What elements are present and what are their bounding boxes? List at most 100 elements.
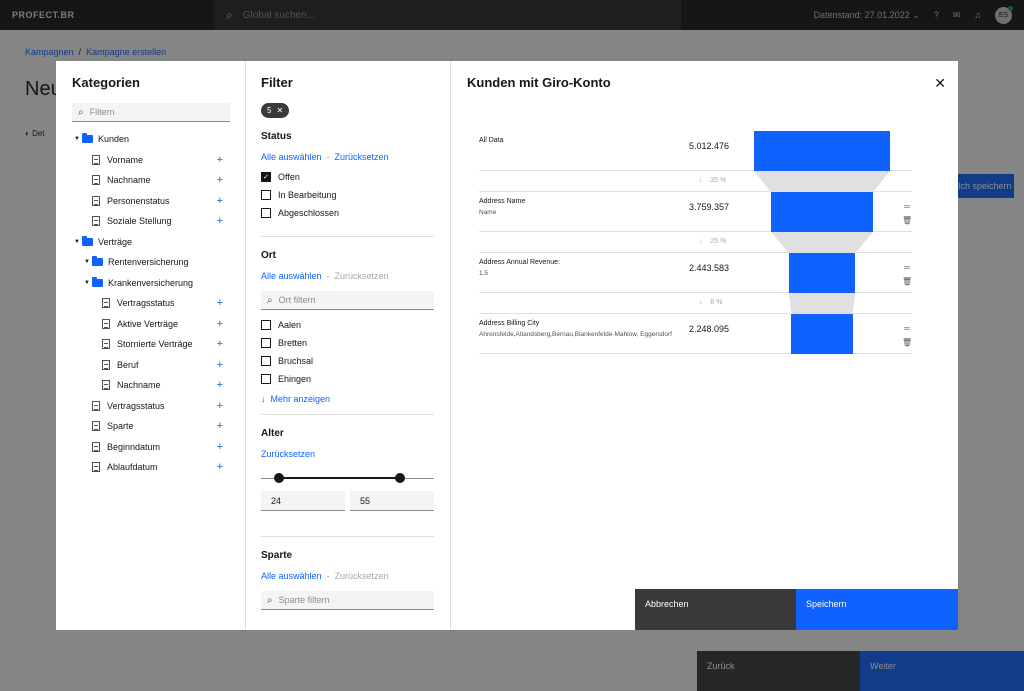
plus-icon[interactable]: +: [217, 420, 223, 432]
categories-search-input[interactable]: ⌕ Filtern: [72, 103, 230, 122]
folder-icon: [92, 276, 103, 287]
caret-down-icon[interactable]: ▼: [84, 280, 92, 286]
tree-item-vertragsstatus[interactable]: Vertragsstatus +: [72, 293, 229, 314]
sparte-section-title: Sparte: [261, 550, 293, 561]
checkbox-checked-icon[interactable]: ✓: [261, 172, 271, 182]
ort-select-all-link[interactable]: Alle auswählen: [261, 271, 322, 281]
sparte-select-all-link[interactable]: Alle auswählen: [261, 571, 322, 581]
plus-icon[interactable]: +: [217, 318, 223, 330]
drag-handle-icon[interactable]: ═: [902, 200, 912, 214]
checkbox-ehingen[interactable]: Ehingen: [261, 370, 434, 388]
checkbox-icon[interactable]: [261, 374, 271, 384]
stage-actions: ═ 🗑: [902, 261, 912, 289]
tree-item-vorname[interactable]: Vorname +: [72, 150, 229, 171]
plus-icon[interactable]: +: [217, 359, 223, 371]
alter-reset-link[interactable]: Zurücksetzen: [261, 449, 315, 459]
save-button[interactable]: Speichern: [796, 589, 958, 630]
cancel-button[interactable]: Abbrechen: [635, 589, 796, 630]
tree-item-nachname[interactable]: Nachname +: [72, 170, 229, 191]
slider-handle-min[interactable]: [274, 473, 284, 483]
checkbox-offen[interactable]: ✓ Offen: [261, 168, 434, 186]
stage-sublabel: 1.5: [479, 270, 489, 277]
tree-item-rentenversicherung[interactable]: ▼ Rentenversicherung: [72, 252, 229, 273]
ort-search-placeholder: Ort filtern: [278, 295, 316, 305]
checkbox-in-bearbeitung[interactable]: In Bearbeitung: [261, 186, 434, 204]
trash-icon[interactable]: 🗑: [902, 214, 912, 228]
plus-icon[interactable]: +: [217, 441, 223, 453]
tree-item-sparte[interactable]: Sparte +: [72, 416, 229, 437]
status-reset-link[interactable]: Zurücksetzen: [335, 152, 389, 162]
status-select-all-link[interactable]: Alle auswählen: [261, 152, 322, 162]
tree-item-vertraege[interactable]: ▼ Verträge: [72, 232, 229, 253]
checkbox-aalen[interactable]: Aalen: [261, 316, 434, 334]
tree-item-ablaufdatum[interactable]: Ablaufdatum +: [72, 457, 229, 478]
checkbox-icon[interactable]: [261, 190, 271, 200]
tree-item-vertragsstatus[interactable]: Vertragsstatus +: [72, 396, 229, 417]
ort-reset-link: Zurücksetzen: [334, 271, 389, 281]
tree-item-label: Stornierte Verträge: [117, 339, 193, 350]
arrow-down-icon: ↓: [261, 394, 266, 404]
age-min-input[interactable]: 24: [261, 491, 345, 511]
plus-icon[interactable]: +: [217, 297, 223, 309]
checkbox-abgeschlossen[interactable]: Abgeschlossen: [261, 204, 434, 222]
drag-handle-icon[interactable]: ═: [902, 261, 912, 275]
sparte-search-input[interactable]: ⌕ Sparte filtern: [261, 591, 434, 610]
trash-icon[interactable]: 🗑: [902, 336, 912, 350]
age-range-slider[interactable]: [261, 471, 434, 485]
checkbox-bruchsal[interactable]: Bruchsal: [261, 352, 434, 370]
show-more-link[interactable]: ↓ Mehr anzeigen: [261, 394, 434, 404]
caret-down-icon[interactable]: ▼: [74, 136, 82, 142]
stage-value: 2.443.583: [689, 263, 730, 273]
plus-icon[interactable]: +: [217, 195, 223, 207]
tree-item-soziale-stellung[interactable]: Soziale Stellung +: [72, 211, 229, 232]
tree-item-beruf[interactable]: Beruf +: [72, 355, 229, 376]
trash-icon[interactable]: 🗑: [902, 275, 912, 289]
tree-item-label: Nachname: [117, 380, 161, 391]
document-icon: [92, 175, 100, 186]
age-max-input[interactable]: 55: [350, 491, 434, 511]
plus-icon[interactable]: +: [217, 379, 223, 391]
arrow-down-icon: ↓: [699, 299, 703, 306]
close-icon[interactable]: ✕: [276, 106, 283, 115]
plus-icon[interactable]: +: [217, 215, 223, 227]
tree-item-aktive-vertraege[interactable]: Aktive Verträge +: [72, 314, 229, 335]
tree-item-beginndatum[interactable]: Beginndatum +: [72, 437, 229, 458]
tree-item-label: Ablaufdatum: [107, 462, 158, 473]
close-icon[interactable]: ✕: [934, 75, 946, 92]
divider: [261, 236, 434, 237]
stage-label: Address Billing City: [479, 320, 540, 327]
caret-down-icon[interactable]: ▼: [74, 239, 82, 245]
plus-icon[interactable]: +: [217, 338, 223, 350]
checkbox-icon[interactable]: [261, 356, 271, 366]
tree-item-krankenversicherung[interactable]: ▼ Krankenversicherung: [72, 273, 229, 294]
alter-section-title: Alter: [261, 428, 284, 439]
drag-handle-icon[interactable]: ═: [902, 322, 912, 336]
ort-options: Aalen Bretten Bruchsal Ehingen: [261, 316, 434, 388]
tree-item-label: Rentenversicherung: [108, 257, 189, 268]
modal-dialog: Kategorien ⌕ Filtern ▼ Kunden Vorname + Nach…: [56, 61, 958, 630]
plus-icon[interactable]: +: [217, 154, 223, 166]
tree-item-personenstatus[interactable]: Personenstatus +: [72, 191, 229, 212]
document-icon: [102, 298, 110, 309]
active-filter-chip[interactable]: 5 ✕: [261, 103, 290, 118]
tree-item-label: Verträge: [98, 236, 133, 247]
tree-item-kunden[interactable]: ▼ Kunden: [72, 129, 229, 150]
tree-item-stornierte-vertraege[interactable]: Stornierte Verträge +: [72, 334, 229, 355]
checkbox-bretten[interactable]: Bretten: [261, 334, 434, 352]
plus-icon[interactable]: +: [217, 461, 223, 473]
caret-down-icon[interactable]: ▼: [84, 259, 92, 265]
plus-icon[interactable]: +: [217, 400, 223, 412]
filter-title: Filter: [261, 75, 293, 90]
tree-item-nachname[interactable]: Nachname +: [72, 375, 229, 396]
checkbox-icon[interactable]: [261, 338, 271, 348]
checkbox-icon[interactable]: [261, 208, 271, 218]
funnel-connector: ↓ 25 %: [479, 232, 912, 253]
checkbox-label: Offen: [278, 172, 300, 182]
checkbox-icon[interactable]: [261, 320, 271, 330]
stage-value: 2.248.095: [689, 324, 730, 334]
document-icon: [92, 441, 100, 452]
slider-handle-max[interactable]: [395, 473, 405, 483]
plus-icon[interactable]: +: [217, 174, 223, 186]
tree-item-label: Sparte: [107, 421, 134, 432]
ort-search-input[interactable]: ⌕ Ort filtern: [261, 291, 434, 310]
